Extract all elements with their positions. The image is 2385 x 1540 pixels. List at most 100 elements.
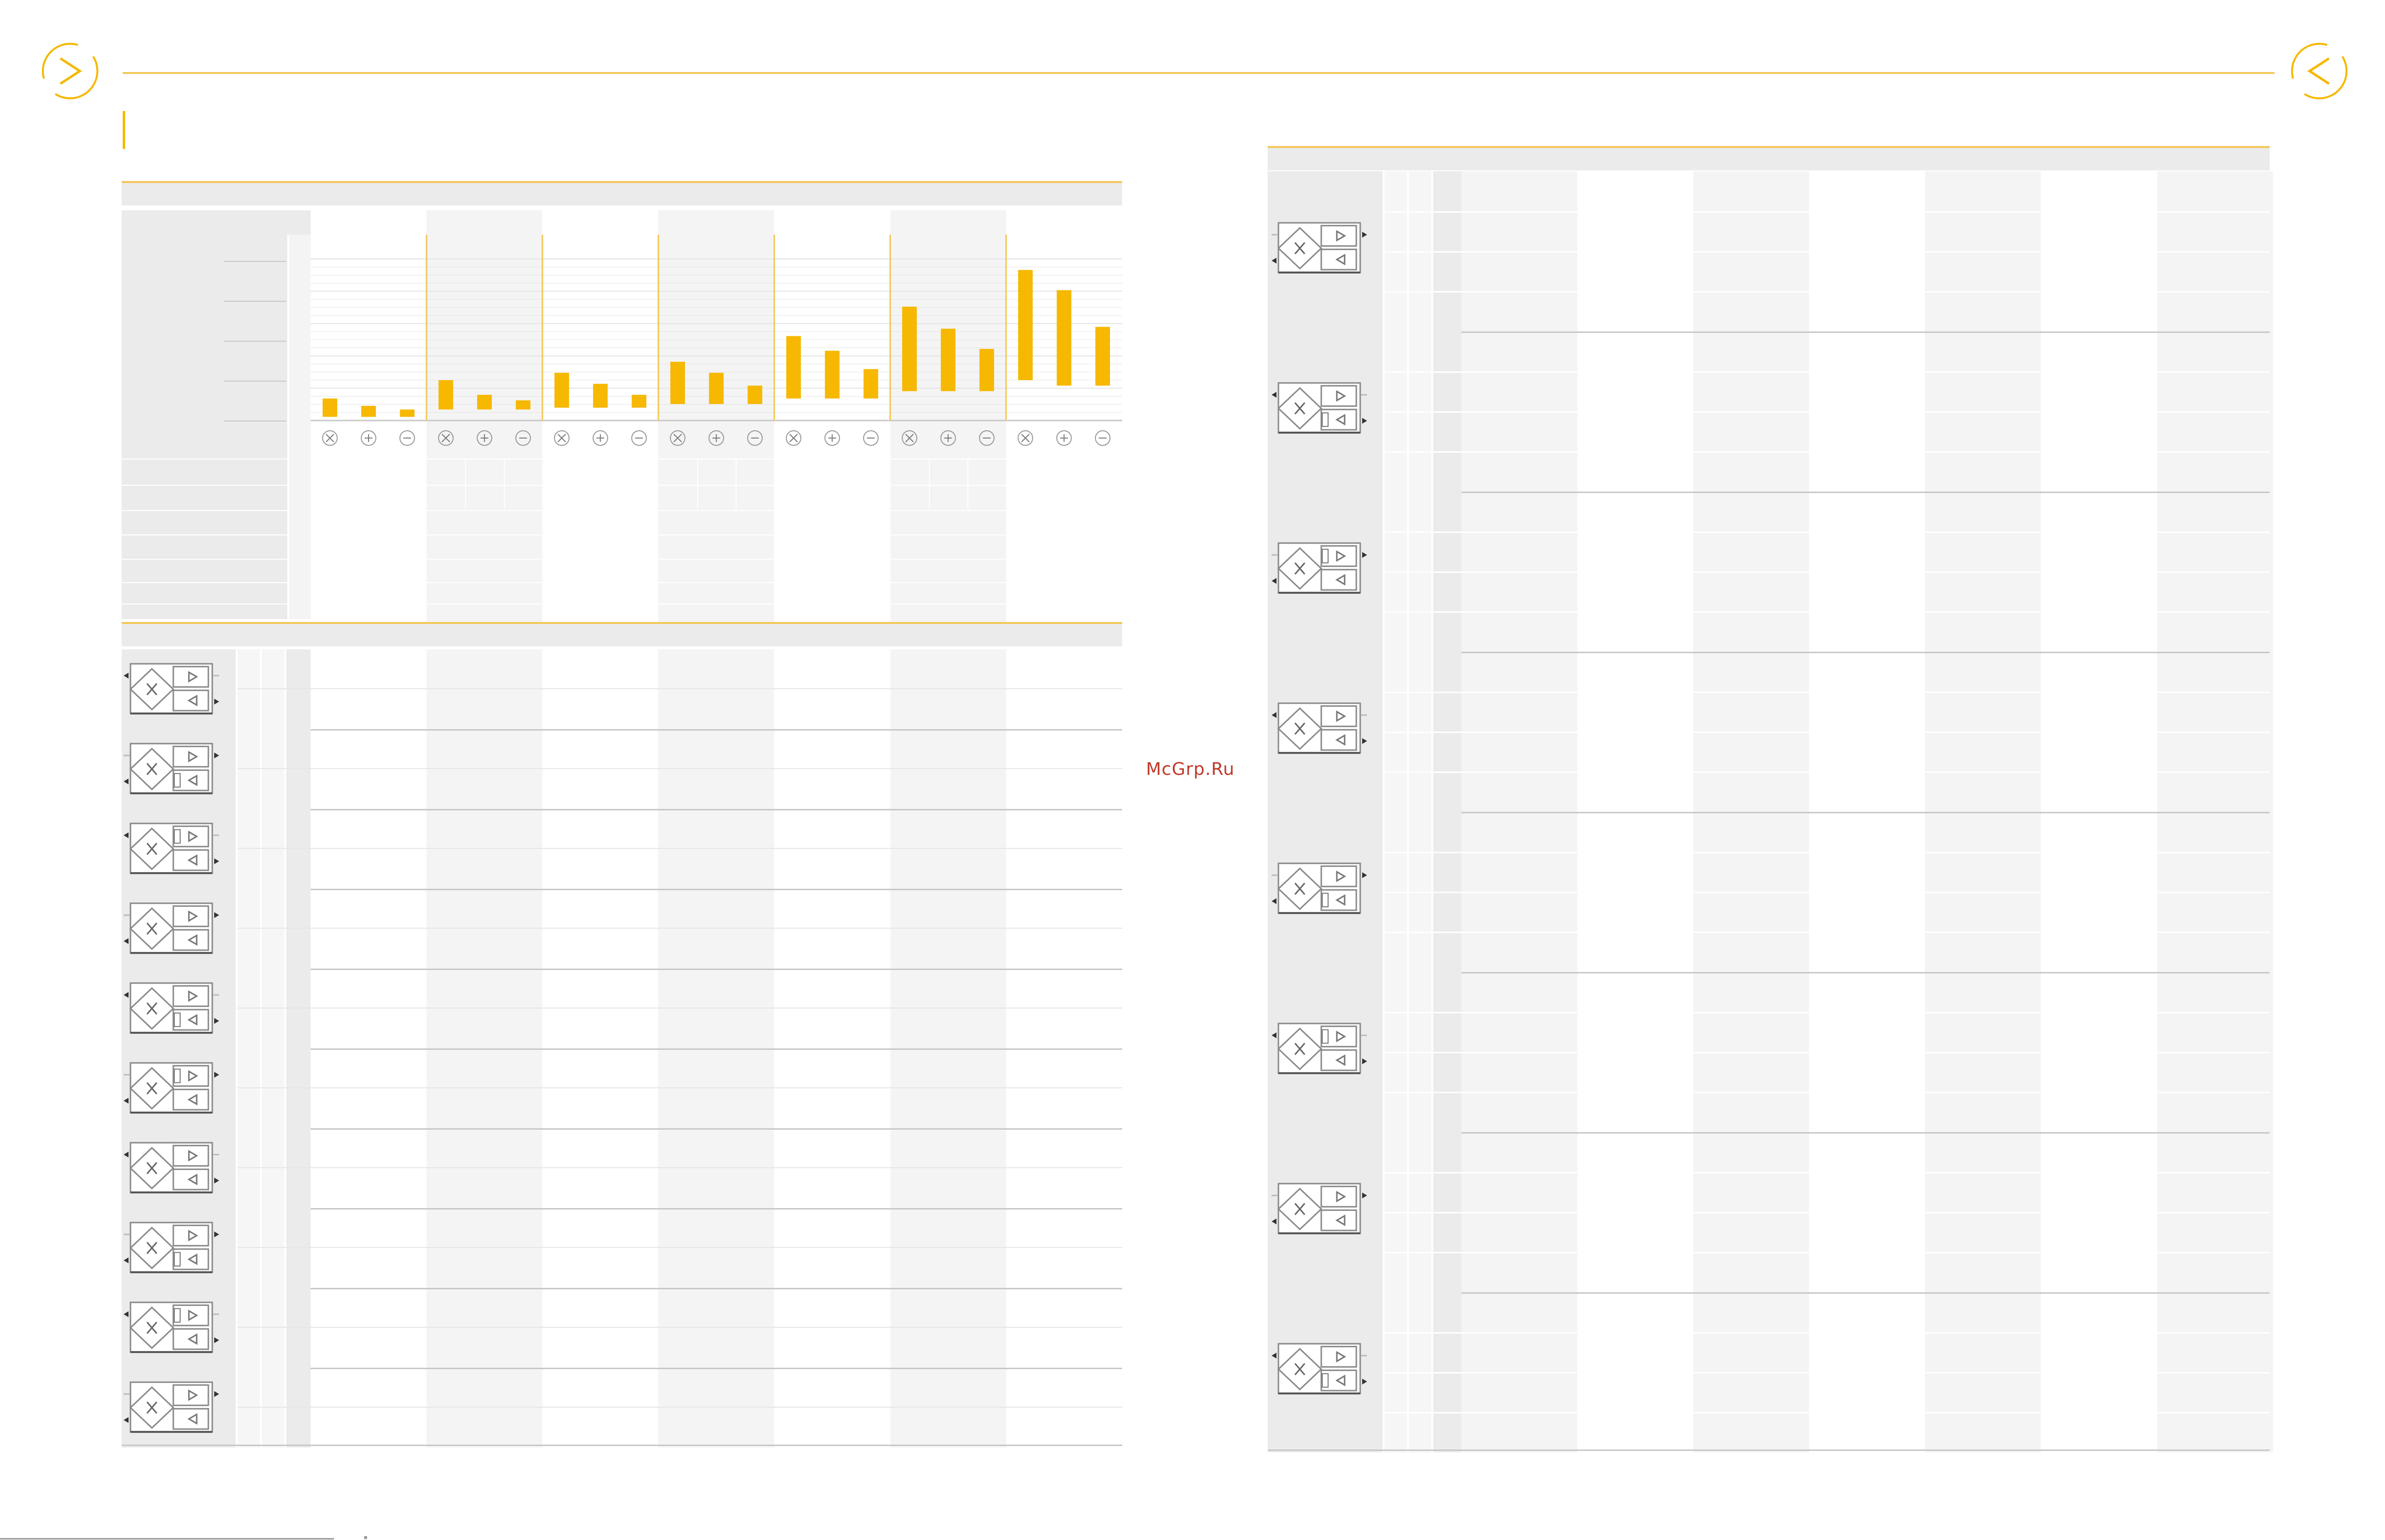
left-page xyxy=(0,0,1129,1540)
left-row-shade xyxy=(890,1288,1006,1368)
left-code-col-c xyxy=(286,809,311,889)
chart-row-line-5 xyxy=(311,559,1122,560)
unit-config-18-icon xyxy=(1271,1341,1368,1397)
right-subrow-line xyxy=(1385,1092,2270,1093)
chart-label-gutter xyxy=(289,235,311,619)
left-code-col-c xyxy=(286,649,311,729)
left-code-col-c xyxy=(286,1288,311,1368)
left-row-shade xyxy=(658,889,775,969)
left-subrow-line xyxy=(238,1327,1122,1328)
left-subrow-line xyxy=(238,1167,1122,1168)
right-subrow-line xyxy=(1385,932,2270,933)
left-code-col-b xyxy=(262,969,284,1048)
left-row-shade xyxy=(658,809,775,889)
label-tick-5 xyxy=(224,421,286,422)
chart-subcol-line xyxy=(736,458,737,509)
left-subrow-line xyxy=(238,848,1122,849)
unit-config-2-icon xyxy=(123,741,220,797)
left-code-col-b xyxy=(262,809,284,889)
left-row-shade xyxy=(658,1288,775,1368)
unit-config-5-icon xyxy=(123,980,220,1037)
bar-1-2 xyxy=(361,405,376,417)
left-subrow-line xyxy=(238,1247,1122,1248)
right-subrow-line xyxy=(1385,892,2270,893)
left-row-divider xyxy=(311,809,1122,810)
bar-5-3 xyxy=(863,369,878,399)
left-code-col-a xyxy=(238,1128,260,1208)
bar-1-1 xyxy=(322,398,337,417)
label-tick-4 xyxy=(224,381,286,382)
chart-row-line-3 xyxy=(311,510,1122,511)
left-row-divider xyxy=(311,969,1122,970)
label-row-line-1 xyxy=(122,458,287,459)
left-row-shade xyxy=(426,889,543,969)
footer-rule xyxy=(0,1538,334,1540)
chart-subcol-line xyxy=(465,458,466,509)
left-row-shade xyxy=(426,1048,543,1128)
right-row-divider xyxy=(1461,331,2270,333)
right-row-divider xyxy=(1461,972,2270,973)
chart-subcol-line xyxy=(388,458,389,509)
bar-4-3 xyxy=(747,385,762,404)
label-row-line-3 xyxy=(122,510,287,511)
left-row-shade xyxy=(890,729,1006,809)
unit-config-11-icon xyxy=(1271,220,1368,276)
left-code-col-c xyxy=(286,729,311,809)
bar-4-2 xyxy=(709,372,724,404)
left-row-shade xyxy=(426,1208,543,1288)
left-row-divider xyxy=(311,1368,1122,1369)
chart-label-column xyxy=(122,235,287,619)
label-row-line-2 xyxy=(122,485,287,486)
spread: { "watermark": {"text": "McGrp.Ru"}, "co… xyxy=(0,0,2385,1540)
left-row-divider xyxy=(311,889,1122,890)
left-row-shade xyxy=(658,1368,775,1448)
left-code-col-a xyxy=(238,809,260,889)
right-subrow-line xyxy=(1385,1332,2270,1334)
left-code-col-c xyxy=(286,1208,311,1288)
unit-config-16-icon xyxy=(1271,1021,1368,1077)
unit-config-15-icon xyxy=(1271,861,1368,917)
left-row-shade xyxy=(658,969,775,1048)
chart-subcol-line xyxy=(697,458,698,509)
unit-config-4-icon xyxy=(123,900,220,957)
left-code-col-b xyxy=(262,649,284,729)
left-subrow-line xyxy=(238,1407,1122,1408)
chart-subcol-line xyxy=(813,458,814,509)
unit-config-3-icon xyxy=(123,821,220,877)
right-subrow-line xyxy=(1385,1372,2270,1374)
left-code-col-b xyxy=(262,729,284,809)
left-title-band xyxy=(122,183,1122,205)
left-row-shade xyxy=(890,809,1006,889)
left-row-shade xyxy=(426,729,543,809)
left-row-shade xyxy=(890,1368,1006,1448)
right-subrow-line xyxy=(1385,852,2270,853)
right-subrow-line xyxy=(1385,771,2270,773)
bar-chart xyxy=(311,235,1122,446)
left-row-shade xyxy=(658,1208,775,1288)
footer-mark xyxy=(364,1536,367,1539)
right-subrow-line xyxy=(1385,211,2270,213)
bar-4-1 xyxy=(670,362,685,404)
left-row-shade xyxy=(426,969,543,1048)
bar-3-2 xyxy=(593,384,608,408)
left-code-col-a xyxy=(238,649,260,729)
left-row-shade xyxy=(890,1128,1006,1208)
left-row-shade xyxy=(426,649,543,729)
left-row-divider xyxy=(311,1288,1122,1289)
left-subrow-line xyxy=(238,768,1122,769)
next-page-icon[interactable] xyxy=(2288,40,2350,102)
right-subrow-line xyxy=(1385,1212,2270,1213)
right-subrow-line xyxy=(1385,732,2270,733)
bar-6-1 xyxy=(902,307,917,391)
left-row-shade xyxy=(890,649,1006,729)
unit-config-9-icon xyxy=(123,1300,220,1356)
left-code-col-a xyxy=(238,729,260,809)
left-code-col-c xyxy=(286,1368,311,1448)
right-table-bottom xyxy=(1268,1449,2270,1451)
right-subrow-line xyxy=(1385,251,2270,253)
left-code-col-a xyxy=(238,969,260,1048)
left-row-shade xyxy=(658,729,775,809)
left-code-col-b xyxy=(262,1208,284,1288)
right-subrow-line xyxy=(1385,1412,2270,1413)
right-subrow-line xyxy=(1385,451,2270,453)
